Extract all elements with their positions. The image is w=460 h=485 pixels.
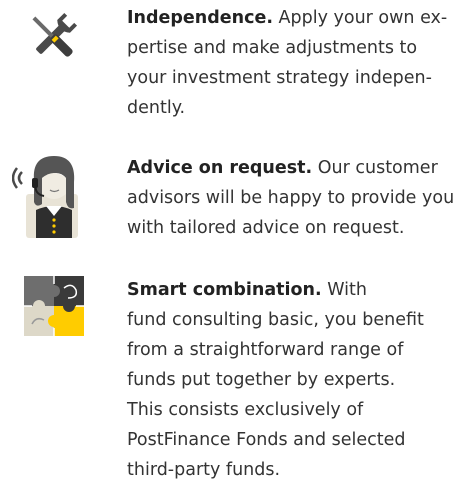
feature-body-line: from a straightforward range of xyxy=(127,340,404,360)
feature-heading: Smart combination. xyxy=(127,280,322,300)
advisor-headset-icon xyxy=(11,150,88,240)
puzzle-icon xyxy=(24,276,84,336)
feature-body-line: your investment strategy indepen- xyxy=(127,68,432,88)
tools-icon xyxy=(24,8,82,66)
feature-body-line: third-party funds. xyxy=(127,460,281,480)
feature-body-line: funds put together by experts. xyxy=(127,370,396,390)
feature-body-line: With xyxy=(321,280,367,300)
feature-body-line: pertise and make adjustments to xyxy=(127,38,418,58)
feature-heading: Advice on request. xyxy=(127,158,313,178)
feature-body-line: Apply your own ex- xyxy=(272,8,448,28)
feature-heading: Independence. xyxy=(127,8,273,28)
feature-body-line: fund consulting basic, you benefit xyxy=(127,310,424,330)
feature-body-line: Our customer xyxy=(312,158,438,178)
feature-independence-text: Independence. Apply your own ex- pertise… xyxy=(127,3,457,123)
feature-smart-combination-text: Smart combination. With fund consulting … xyxy=(127,275,457,485)
feature-body-line: PostFinance Fonds and selected xyxy=(127,430,406,450)
feature-body-line: This consists exclusively of xyxy=(127,400,364,420)
feature-body-line: advisors will be happy to provide you xyxy=(127,188,455,208)
feature-body-line: dently. xyxy=(127,98,186,118)
feature-advice-text: Advice on request. Our customer advisors… xyxy=(127,153,457,243)
feature-body-line: with tailored advice on request. xyxy=(127,218,405,238)
